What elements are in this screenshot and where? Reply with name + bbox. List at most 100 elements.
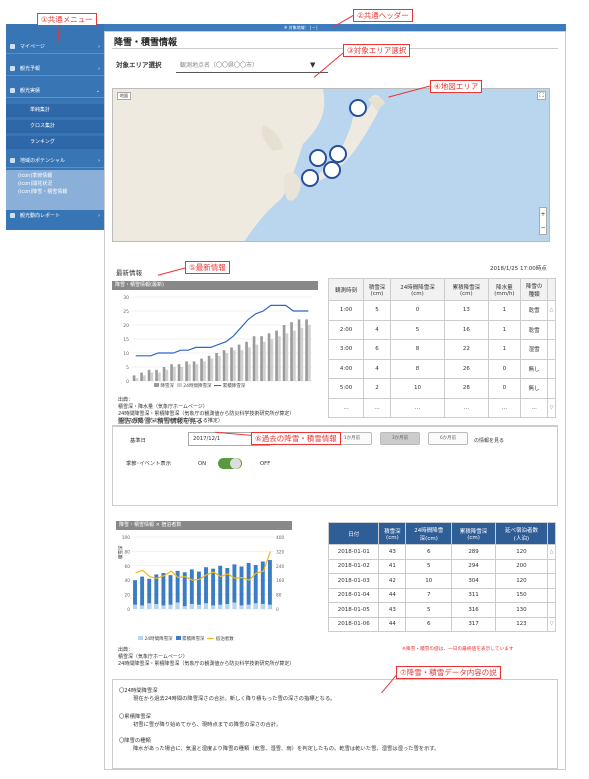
snow-marker-icon[interactable] — [349, 99, 367, 117]
y2-tick-label: 320 — [276, 549, 284, 555]
scrollbar-track[interactable] — [547, 602, 556, 618]
sidebar-sub-simple[interactable]: 単純集計 — [6, 104, 104, 117]
bar-cumulative — [182, 572, 187, 609]
table-row: 2018-01-05 43 5 316 130 — [327, 602, 556, 618]
sidebar-item-results[interactable]: 観光実績 ⌄ — [6, 84, 104, 98]
map-area[interactable]: 地図 ⛶ + − — [112, 88, 550, 242]
bar-snowfall — [147, 369, 151, 381]
title-divider — [112, 48, 558, 49]
past-chart-title: 降雪・積雪情報 × 宿泊者数 — [116, 521, 292, 530]
annotation-common-header: ②共通ヘッダー — [353, 9, 413, 22]
y-tick-label: 30 — [123, 295, 129, 301]
table-cell: 123 — [494, 616, 549, 632]
scrollbar-track[interactable] — [547, 378, 556, 399]
bar-snowfall — [290, 322, 293, 381]
column-header: 24時間降雪深 (cm) — [389, 278, 446, 301]
six-month-button[interactable]: 6か月前 — [428, 432, 468, 445]
latest-chart-title: 降雪・積雪情報(最新) — [112, 281, 318, 290]
scrollbar-track[interactable] — [547, 558, 556, 574]
season-toggle[interactable] — [218, 458, 242, 469]
column-header: 日付 — [327, 522, 380, 545]
bar-snowfall — [275, 330, 278, 381]
area-select[interactable]: 観測地点名（〇〇県〇〇市） ▼ — [176, 59, 328, 73]
scrollbar-track[interactable] — [547, 358, 556, 379]
column-header: 観測時刻 — [327, 278, 365, 301]
zoom-control[interactable]: + − — [539, 207, 547, 235]
scrollbar-track[interactable]: △ — [547, 544, 556, 560]
table-cell: 0 — [487, 358, 522, 379]
table-cell: 8 — [389, 339, 446, 360]
link-snow-info[interactable]: (icon)降雪・積雪情報 — [18, 189, 67, 196]
sidebar-item-potential[interactable]: 地域のポテンシャル › — [6, 154, 104, 168]
y-tick-label: 25 — [123, 309, 129, 315]
table-cell: 6 — [405, 616, 453, 632]
y-tick-label: 0 — [126, 379, 129, 385]
bar-snowfall — [230, 347, 233, 381]
table-cell: 7 — [405, 587, 453, 603]
link-bloom-status[interactable]: (icon)開花状況 — [18, 181, 52, 188]
column-header: 積雪深 (cm) — [378, 522, 407, 545]
table-cell: 0 — [487, 378, 522, 399]
bar-cumulative — [232, 564, 237, 609]
bar-24h-snowfall — [253, 603, 258, 609]
table-cell: 42 — [378, 573, 407, 589]
scrollbar-track[interactable] — [547, 587, 556, 603]
bar-24h-snowfall — [308, 325, 311, 381]
snow-marker-icon[interactable] — [323, 161, 341, 179]
bar-snowfall — [222, 350, 226, 381]
scrollbar-track[interactable] — [547, 339, 556, 360]
bar-snowfall — [215, 353, 218, 381]
table-cell: 150 — [494, 587, 549, 603]
bar-24h-snowfall — [154, 603, 159, 609]
table-cell: 乾雪 — [520, 319, 548, 340]
bar-24h-snowfall — [239, 605, 244, 609]
table-cell: 10 — [405, 573, 453, 589]
sidebar-item-mypage[interactable]: マイページ › — [6, 40, 104, 54]
scrollbar-cell[interactable] — [547, 278, 556, 301]
bar-24h-snowfall — [150, 372, 154, 381]
table-cell: 289 — [451, 544, 496, 560]
table-cell: 6 — [405, 544, 453, 560]
sidebar-sub-ranking[interactable]: ランキング — [6, 136, 104, 149]
bar-24h-snowfall — [225, 353, 229, 381]
map-type-toggle[interactable]: 地図 — [117, 92, 131, 100]
sidebar-item-report[interactable]: 観光動向レポート › — [6, 209, 104, 223]
table-row: 2018-01-04 44 7 311 150 — [327, 587, 556, 603]
scrollbar-track[interactable] — [547, 319, 556, 340]
y2-tick-label: 80 — [276, 593, 282, 599]
sidebar-sub-cross[interactable]: クロス集計 — [6, 120, 104, 133]
bar-snowfall — [162, 367, 166, 381]
table-cell: 294 — [451, 558, 496, 574]
scrollbar-track[interactable]: ▽ — [547, 397, 556, 418]
bar-24h-snowfall — [267, 604, 272, 609]
scrollbar-track[interactable] — [547, 573, 556, 589]
bar-24h-snowfall — [188, 364, 191, 381]
bar-24h-snowfall — [248, 347, 251, 381]
table-cell: 317 — [451, 616, 496, 632]
latest-timestamp: 2018/1/25 17:00時点 — [490, 266, 547, 272]
scrollbar-cell[interactable] — [547, 522, 556, 545]
scrollbar-track[interactable]: ▽ — [547, 616, 556, 632]
bar-24h-snowfall — [260, 603, 265, 609]
sidebar-item-forecast[interactable]: 観光予報 › — [6, 62, 104, 76]
bar-24h-snowfall — [293, 330, 296, 381]
column-header: 降水量 (mm/h) — [487, 278, 522, 301]
bar-24h-snowfall — [218, 604, 223, 609]
bar-cumulative — [253, 565, 258, 609]
three-month-button[interactable]: 3か月前 — [380, 432, 420, 445]
bar-snowfall — [267, 333, 271, 381]
snow-marker-icon[interactable] — [301, 169, 319, 187]
scrollbar-track[interactable]: △ — [547, 300, 556, 321]
bar-snowfall — [282, 325, 286, 381]
link-season-info[interactable]: (icon)季節情報 — [18, 173, 52, 180]
fullscreen-icon[interactable]: ⛶ — [537, 91, 546, 100]
bar-24h-snowfall — [180, 367, 184, 381]
bar-24h-snowfall — [210, 358, 214, 381]
table-row: 5:00 2 10 28 0 無し — [327, 378, 556, 399]
table-cell: 5 — [405, 602, 453, 618]
table-cell: 無し — [520, 378, 548, 399]
y-tick-label: 10 — [123, 351, 129, 357]
y2-tick-label: 0 — [276, 607, 279, 613]
latest-chart: 0 5 10 15 20 25 30 — [123, 295, 312, 385]
annotation-area-select: ③対象エリア選択 — [343, 44, 411, 57]
